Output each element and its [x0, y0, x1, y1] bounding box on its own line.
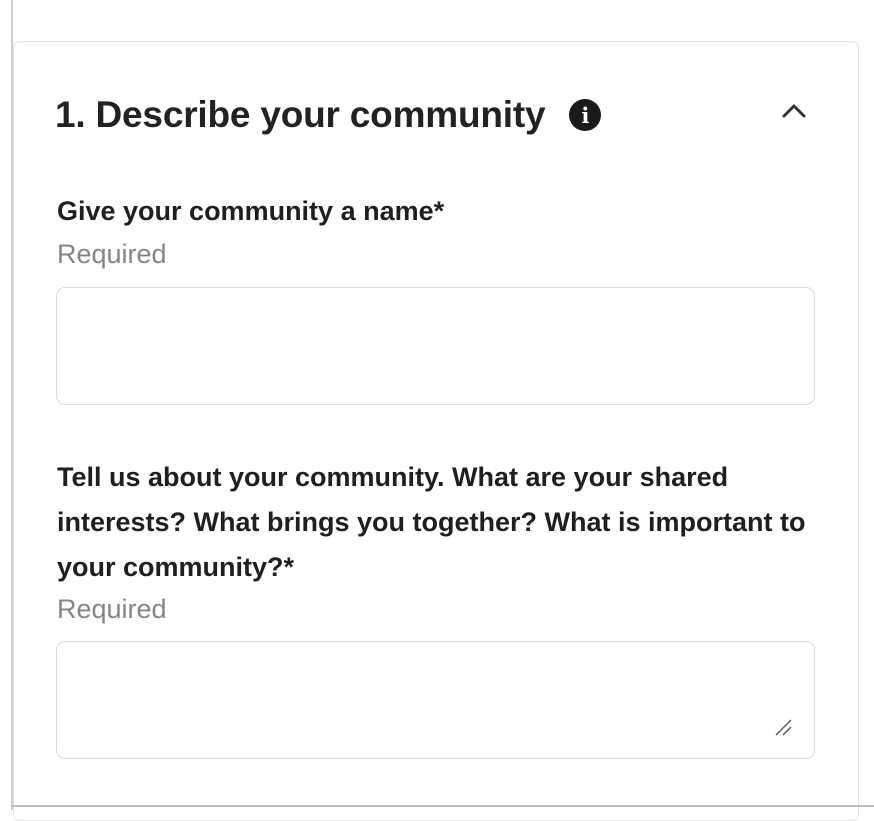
window-edge-bottom [11, 805, 874, 807]
community-description-helper: Required [57, 594, 167, 624]
section-title: 1. Describe your community [55, 94, 546, 135]
community-name-label: Give your community a name* [57, 196, 445, 226]
section-header: 1. Describe your community i [55, 87, 815, 143]
community-name-helper: Required [57, 239, 167, 269]
community-name-input[interactable] [56, 287, 815, 405]
page: 1. Describe your community i Give your c… [0, 0, 874, 821]
community-description-textarea[interactable] [56, 641, 815, 759]
chevron-up-icon[interactable] [780, 97, 808, 125]
community-description-label: Tell us about your community. What are y… [57, 462, 806, 582]
resize-handle-icon[interactable] [772, 716, 792, 736]
info-icon[interactable]: i [569, 99, 602, 131]
